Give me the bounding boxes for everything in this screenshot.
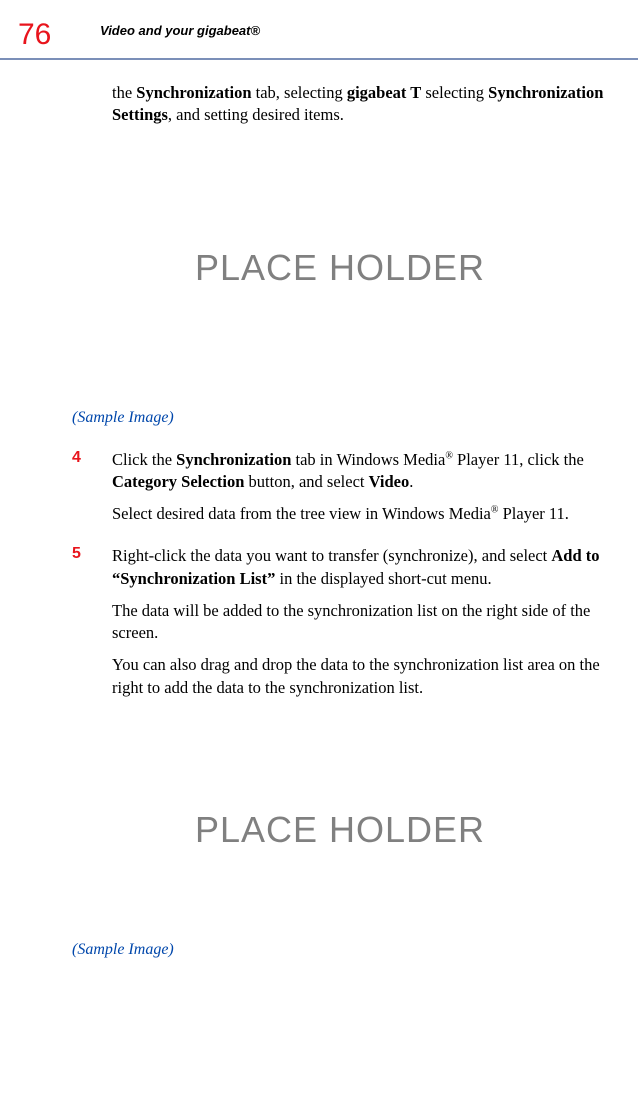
- text-fragment: Select desired data from the tree view i…: [112, 504, 491, 523]
- sample-image-caption-1: (Sample Image): [72, 409, 608, 427]
- superscript: ®: [445, 450, 453, 461]
- placeholder-image-1: PLACE HOLDER: [72, 247, 608, 289]
- text-fragment: tab, selecting: [252, 83, 347, 102]
- text-fragment: button, and select: [244, 472, 368, 491]
- step-5: 5 Right-click the data you want to trans…: [112, 545, 608, 709]
- step-number-4: 4: [72, 449, 112, 536]
- text-fragment: Right-click the data you want to transfe…: [112, 546, 551, 565]
- text-fragment: , and setting desired items.: [168, 105, 344, 124]
- intro-paragraph: the Synchronization tab, selecting gigab…: [112, 82, 608, 127]
- step-number-5: 5: [72, 545, 112, 709]
- step-5-body: Right-click the data you want to transfe…: [112, 545, 608, 709]
- text-fragment: Click the: [112, 450, 176, 469]
- step-5-para-1: Right-click the data you want to transfe…: [112, 545, 608, 590]
- text-fragment: .: [409, 472, 413, 491]
- content-area: the Synchronization tab, selecting gigab…: [0, 60, 638, 959]
- text-fragment: selecting: [421, 83, 488, 102]
- text-fragment: Player 11, click the: [453, 450, 584, 469]
- text-bold: gigabeat T: [347, 83, 421, 102]
- step-4-para-1: Click the Synchronization tab in Windows…: [112, 449, 608, 494]
- placeholder-image-2: PLACE HOLDER: [72, 809, 608, 851]
- text-bold: Synchronization: [136, 83, 251, 102]
- text-fragment: tab in Windows Media: [291, 450, 445, 469]
- text-fragment: in the displayed short-cut menu.: [275, 569, 491, 588]
- header-title: Video and your gigabeat®: [100, 18, 260, 38]
- step-4-body: Click the Synchronization tab in Windows…: [112, 449, 608, 536]
- text-bold: Synchronization: [176, 450, 291, 469]
- step-4-para-2: Select desired data from the tree view i…: [112, 503, 608, 525]
- step-5-para-3: You can also drag and drop the data to t…: [112, 654, 608, 699]
- text-fragment: Player 11.: [498, 504, 568, 523]
- sample-image-caption-2: (Sample Image): [72, 941, 608, 959]
- page-header: 76 Video and your gigabeat®: [0, 0, 638, 52]
- text-bold: Video: [369, 472, 410, 491]
- text-bold: Category Selection: [112, 472, 244, 491]
- step-4: 4 Click the Synchronization tab in Windo…: [112, 449, 608, 536]
- text-fragment: the: [112, 83, 136, 102]
- step-5-para-2: The data will be added to the synchroniz…: [112, 600, 608, 645]
- page-number: 76: [0, 18, 100, 52]
